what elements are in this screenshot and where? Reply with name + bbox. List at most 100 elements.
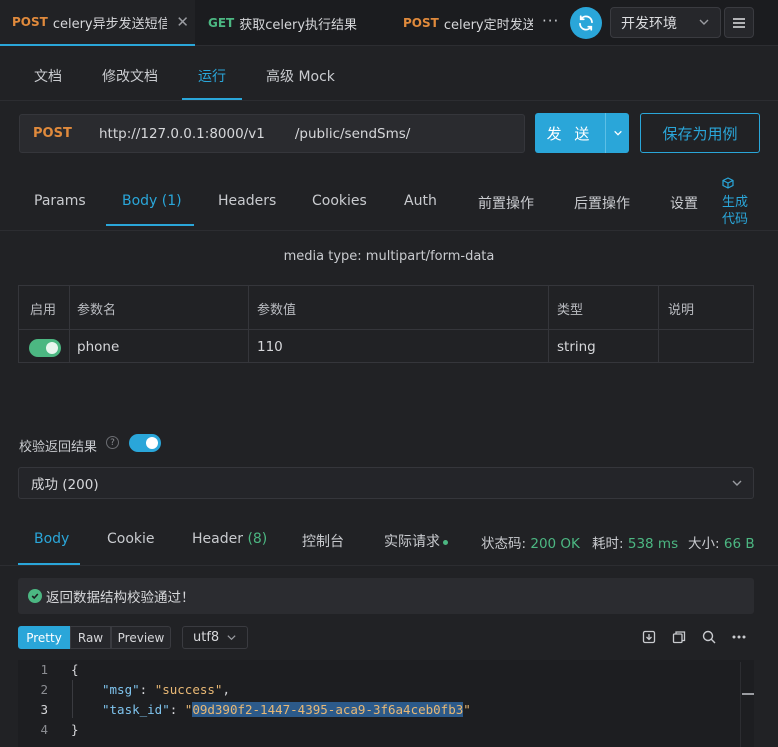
request-tab-celery-async-sms[interactable]: POST celery异步发送短信 ✕ — [0, 0, 195, 46]
media-type: media type: multipart/form-data — [283, 249, 495, 264]
view-pretty-button[interactable]: Pretty — [18, 626, 70, 649]
save-as-case-button[interactable]: 保存为用例 — [640, 113, 760, 153]
editor-scrollbar[interactable] — [740, 662, 754, 747]
tab-settings[interactable]: 设置 — [670, 193, 698, 213]
more-icon[interactable] — [732, 635, 746, 639]
active-tab-indicator — [106, 224, 194, 226]
tab-docs[interactable]: 文档 — [34, 66, 62, 86]
header-count: (8) — [247, 531, 268, 547]
body-params-table: 启用 参数名 参数值 类型 说明 phone 110 string — [18, 285, 754, 363]
response-size-label: 大小: — [688, 536, 720, 552]
response-tab-body[interactable]: Body — [34, 531, 69, 547]
download-icon[interactable] — [642, 630, 656, 644]
response-case-value: 成功 (200) — [31, 477, 99, 493]
request-tab-celery-result[interactable]: GET 获取celery执行结果 — [196, 0, 391, 46]
status-code-label: 状态码: — [481, 536, 527, 552]
environment-label: 开发环境 — [621, 15, 677, 32]
response-tab-header-label: Header — [192, 531, 243, 547]
status-code: 状态码: 200 OK — [481, 532, 580, 552]
divider — [0, 100, 778, 101]
json-key: "task_id" — [102, 702, 170, 717]
environment-select[interactable]: 开发环境 — [610, 7, 721, 38]
column-header: 类型 — [557, 303, 584, 318]
close-icon[interactable]: ✕ — [176, 13, 189, 31]
copy-icon[interactable] — [672, 630, 686, 644]
code-line: { — [71, 662, 79, 677]
response-time: 耗时: 538 ms — [592, 532, 678, 552]
validation-result-banner: 返回数据结构校验通过！ — [18, 578, 754, 614]
tab-params[interactable]: Params — [34, 193, 86, 209]
tab-auth[interactable]: Auth — [404, 193, 437, 209]
line-number: 3 — [40, 702, 48, 717]
code-line: } — [71, 722, 79, 737]
tab-run[interactable]: 运行 — [198, 66, 226, 86]
tab-title: 获取celery执行结果 — [239, 17, 358, 33]
send-label: 发 送 — [546, 124, 594, 143]
response-tab-header[interactable]: Header (8) — [192, 531, 267, 547]
tab-post-actions[interactable]: 后置操作 — [574, 193, 630, 213]
column-divider — [548, 286, 549, 362]
column-header: 参数值 — [257, 303, 297, 318]
url-input[interactable]: http://127.0.0.1:8000/v1 /public/sendSms… — [99, 126, 410, 142]
url-bar[interactable]: POST http://127.0.0.1:8000/v1 /public/se… — [19, 114, 525, 153]
line-number: 2 — [40, 682, 48, 697]
table-divider — [19, 329, 753, 330]
view-preview-button[interactable]: Preview — [111, 626, 171, 649]
status-dot — [443, 539, 448, 545]
response-case-select[interactable]: 成功 (200) — [18, 467, 754, 499]
refresh-icon — [579, 15, 593, 31]
column-divider — [69, 286, 70, 362]
response-body-editor[interactable]: 1 2 3 4 { "msg": "success", "task_id": "… — [18, 660, 754, 747]
http-method[interactable]: POST — [33, 126, 99, 141]
param-name-cell[interactable]: phone — [77, 339, 119, 355]
request-tab-celery-scheduled[interactable]: POST celery定时发送 — [391, 0, 533, 46]
validation-message: 返回数据结构校验通过！ — [46, 590, 195, 606]
tab-method-post: POST — [403, 16, 439, 30]
tab-body[interactable]: Body (1) — [122, 193, 182, 209]
line-number: 4 — [40, 722, 48, 737]
code-line: "msg": "success", — [102, 682, 230, 697]
column-header: 说明 — [668, 303, 695, 318]
indent-guide — [72, 680, 73, 718]
sync-button[interactable] — [570, 7, 602, 39]
enabled-toggle[interactable] — [29, 339, 61, 357]
validate-response-toggle[interactable] — [129, 434, 161, 452]
line-number: 1 — [40, 662, 48, 677]
search-icon[interactable] — [702, 630, 716, 644]
generate-code-label: 生成 — [722, 195, 749, 210]
tab-edit-docs[interactable]: 修改文档 — [102, 66, 158, 86]
send-options-button[interactable] — [605, 113, 629, 153]
tab-advanced-mock[interactable]: 高级 Mock — [266, 66, 335, 86]
response-tab-console[interactable]: 控制台 — [302, 531, 344, 551]
response-time-label: 耗时: — [592, 536, 624, 552]
response-tab-cookie[interactable]: Cookie — [107, 531, 155, 547]
tab-cookies[interactable]: Cookies — [312, 193, 367, 209]
tab-method-post: POST — [12, 15, 48, 29]
column-divider — [658, 286, 659, 362]
send-button[interactable]: 发 送 — [535, 113, 629, 153]
json-key: "msg" — [102, 682, 140, 697]
hamburger-icon — [733, 17, 745, 28]
tab-title: celery异步发送短信 — [52, 16, 167, 32]
column-divider — [248, 286, 249, 362]
tab-headers[interactable]: Headers — [218, 193, 276, 209]
generate-code-button[interactable]: 生成 代码 — [722, 177, 748, 228]
response-tab-actual-request[interactable]: 实际请求 — [384, 531, 448, 551]
encoding-select[interactable]: utf8 — [182, 626, 248, 649]
tab-pre-actions[interactable]: 前置操作 — [478, 193, 534, 213]
divider — [0, 565, 778, 566]
generate-code-label: 代码 — [722, 212, 749, 227]
selected-task-id[interactable]: 09d390f2-1447-4395-aca9-3f6a4ceb0fb3 — [192, 702, 464, 717]
tab-title: celery定时发送 — [443, 17, 533, 33]
tab-method-get: GET — [208, 16, 235, 30]
environment-menu-button[interactable] — [724, 7, 754, 38]
param-type-cell[interactable]: string — [557, 339, 596, 355]
view-raw-button[interactable]: Raw — [70, 626, 111, 649]
help-icon[interactable]: ? — [106, 436, 119, 449]
param-value-cell[interactable]: 110 — [257, 339, 283, 355]
code-line: "task_id": "09d390f2-1447-4395-aca9-3f6a… — [102, 702, 471, 717]
more-tabs-icon[interactable]: ··· — [542, 12, 559, 30]
column-header: 参数名 — [77, 303, 117, 318]
column-header: 启用 — [30, 303, 57, 318]
chevron-down-icon — [227, 635, 236, 641]
